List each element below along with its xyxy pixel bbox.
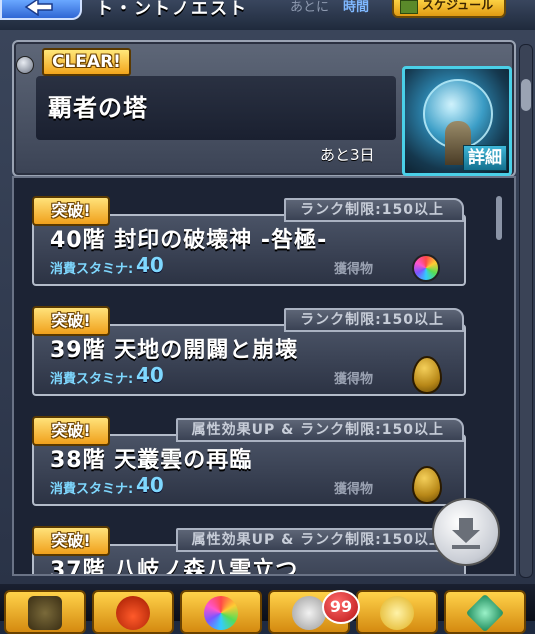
rainbow-orb-icon — [412, 254, 440, 282]
stamina-label: 消費スタミナ: — [50, 482, 134, 497]
stage-row-37[interactable]: 37階 八岐ノ森八雲立つ 属性効果UP & ランク制限:150以上 突破! — [32, 526, 466, 574]
reward-label: 獲得物 — [334, 372, 374, 387]
calendar-icon — [400, 0, 418, 14]
nav-hearts[interactable] — [356, 590, 438, 634]
stage-row-38[interactable]: 38階 天叢雲の再臨 消費スタミナ: 40 獲得物 属性効果UP & ランク制限… — [32, 416, 466, 516]
remaining-time-label: あとに — [290, 0, 330, 15]
clear-badge: CLEAR! — [42, 48, 131, 76]
cleared-badge: 突破! — [32, 306, 110, 336]
rivet-icon — [16, 56, 34, 74]
gold-egg-icon — [412, 466, 442, 504]
bottom-nav — [0, 584, 535, 634]
back-button[interactable] — [0, 0, 82, 20]
page-scrollbar[interactable] — [519, 44, 533, 578]
remaining-days: あと3日 — [320, 146, 375, 164]
rank-restriction: ランク制限:150以上 — [284, 198, 464, 222]
stage-title: 40階 封印の破壊神 -咎極- — [50, 228, 328, 253]
friends-icon — [292, 596, 326, 630]
nav-orb[interactable] — [180, 590, 262, 634]
stamina-value: 40 — [136, 363, 164, 387]
list-scrollbar[interactable] — [496, 196, 502, 240]
rank-restriction: ランク制限:150以上 — [284, 308, 464, 332]
cleared-badge: 突破! — [32, 526, 110, 556]
detail-button[interactable]: 詳細 — [402, 66, 512, 176]
top-bar: ト・ントノエスト あとに 時間 スケジュール — [0, 0, 535, 32]
stage-row-39[interactable]: 39階 天地の開闢と崩壊 消費スタミナ: 40 獲得物 ランク制限:150以上 … — [32, 306, 466, 406]
quest-category-title: ト・ントノエスト — [96, 0, 248, 19]
monster-icon — [116, 596, 150, 630]
time-label: 時間 — [343, 0, 370, 15]
notification-count-badge: 99 — [322, 590, 360, 624]
stamina-label: 消費スタミナ: — [50, 372, 134, 387]
hearts-icon — [380, 596, 414, 630]
orb-icon — [204, 596, 238, 630]
nav-gem[interactable] — [444, 590, 526, 634]
stage-title: 39階 天地の開闢と崩壊 — [50, 338, 299, 363]
dungeon-name-panel: 覇者の塔 — [36, 76, 396, 140]
nav-monster[interactable] — [92, 590, 174, 634]
scrollbar-thumb[interactable] — [521, 79, 531, 111]
gold-egg-icon — [412, 356, 442, 394]
dungeon-name: 覇者の塔 — [48, 94, 148, 122]
schedule-button[interactable]: スケジュール — [392, 0, 506, 18]
back-arrow-icon — [24, 0, 53, 16]
gem-icon — [465, 593, 505, 633]
rank-restriction: 属性効果UP & ランク制限:150以上 — [175, 418, 464, 442]
rank-restriction: 属性効果UP & ランク制限:150以上 — [175, 528, 464, 552]
home-icon — [28, 596, 62, 630]
scroll-down-button[interactable] — [432, 498, 500, 566]
stamina-label: 消費スタミナ: — [50, 262, 134, 277]
reward-label: 獲得物 — [334, 482, 374, 497]
dungeon-header[interactable]: CLEAR! 覇者の塔 あと3日 詳細 — [12, 40, 516, 177]
stamina-value: 40 — [136, 253, 164, 277]
download-arrow-icon — [452, 518, 480, 549]
cleared-badge: 突破! — [32, 196, 110, 226]
cleared-badge: 突破! — [32, 416, 110, 446]
reward-label: 獲得物 — [334, 262, 374, 277]
nav-home[interactable] — [4, 590, 86, 634]
detail-label: 詳細 — [463, 145, 507, 171]
schedule-label: スケジュール — [422, 0, 494, 12]
stage-title: 38階 天叢雲の再臨 — [50, 448, 253, 473]
stage-row-40[interactable]: 40階 封印の破壊神 -咎極- 消費スタミナ: 40 獲得物 ランク制限:150… — [32, 196, 466, 296]
stamina-value: 40 — [136, 473, 164, 497]
